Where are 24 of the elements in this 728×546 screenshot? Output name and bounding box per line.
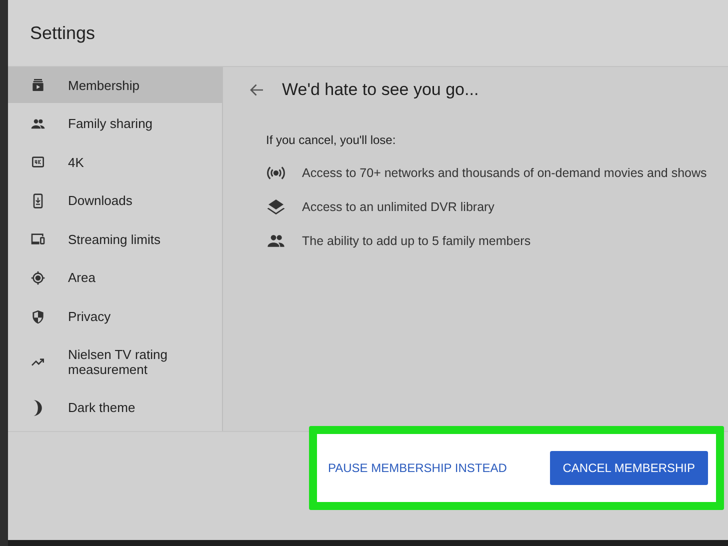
sidebar-item[interactable]: Streaming limits	[8, 221, 222, 258]
sidebar-item[interactable]: Dark theme	[8, 390, 222, 426]
sidebar-item[interactable]: Privacy	[8, 298, 222, 335]
benefit-text: The ability to add up to 5 family members	[302, 234, 531, 248]
page-heading: We'd hate to see you go...	[282, 80, 479, 100]
sidebar-item[interactable]: Nielsen TV rating measurement	[8, 337, 222, 388]
sidebar-item[interactable]: 4K	[8, 144, 222, 180]
devices-icon	[30, 231, 46, 248]
subheading: If you cancel, you'll lose:	[266, 133, 397, 147]
benefit-text: Access to 70+ networks and thousands of on-demand movies and shows	[302, 166, 707, 180]
sidebar-item[interactable]: Family sharing	[8, 106, 222, 142]
benefit-text: Access to an unlimited DVR library	[302, 200, 494, 214]
sidebar-item[interactable]: Area	[8, 260, 222, 296]
layers-icon	[266, 196, 286, 216]
window-title: Settings	[30, 22, 96, 44]
moon-icon	[33, 400, 42, 416]
membership-icon	[30, 77, 46, 93]
sidebar-item[interactable]: Downloads	[8, 182, 222, 219]
badge-4k-icon	[30, 154, 46, 170]
sidebar-item[interactable]: Membership	[8, 67, 222, 103]
location-target-icon	[30, 270, 46, 286]
pause-button[interactable]: PAUSE MEMBERSHIP INSTEAD	[328, 455, 507, 481]
shield-icon	[30, 308, 46, 325]
cancel-button[interactable]: CANCEL MEMBERSHIP	[550, 451, 708, 485]
